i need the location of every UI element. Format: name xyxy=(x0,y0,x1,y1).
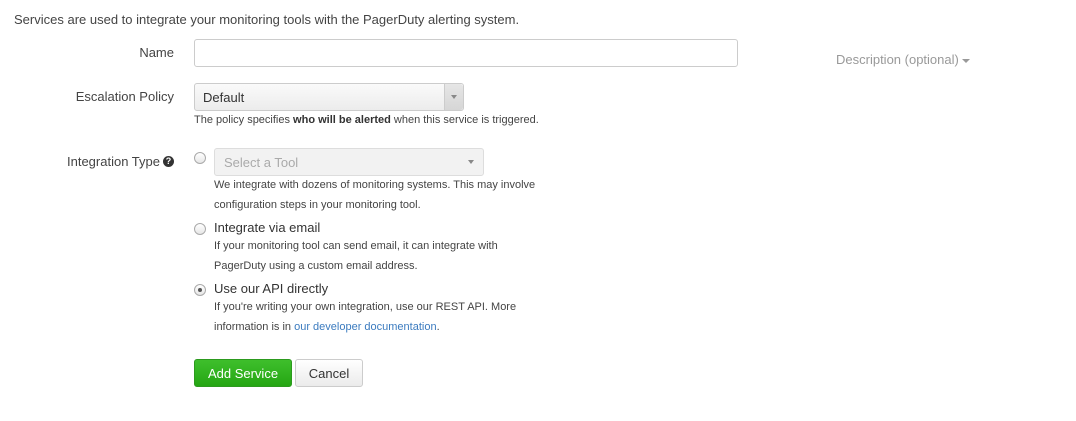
cancel-button[interactable]: Cancel xyxy=(295,359,363,387)
api-description: If you're writing your own integration, … xyxy=(214,301,517,333)
tool-select-placeholder: Select a Tool xyxy=(224,154,299,170)
intro-text: Services are used to integrate your moni… xyxy=(14,12,520,27)
radio-email[interactable] xyxy=(194,223,206,235)
name-label: Name xyxy=(139,45,174,60)
radio-api[interactable] xyxy=(194,284,206,296)
help-icon[interactable]: ? xyxy=(163,156,174,167)
chevron-down-icon xyxy=(961,58,970,63)
api-option-title: Use our API directly xyxy=(214,281,329,296)
select-arrow xyxy=(444,84,463,110)
developer-documentation-link[interactable]: our developer documentation xyxy=(294,321,436,333)
description-toggle[interactable]: Description (optional) xyxy=(836,52,970,67)
add-service-button[interactable]: Add Service xyxy=(194,359,292,387)
chevron-down-icon xyxy=(468,160,474,164)
escalation-policy-label: Escalation Policy xyxy=(75,89,174,104)
email-description: If your monitoring tool can send email, … xyxy=(214,240,498,272)
escalation-policy-help: The policy specifies who will be alerted… xyxy=(194,114,539,126)
radio-select-tool[interactable] xyxy=(194,152,206,164)
escalation-policy-value: Default xyxy=(203,89,245,105)
tool-select[interactable]: Select a Tool xyxy=(214,148,484,176)
escalation-policy-select[interactable]: Default xyxy=(194,83,464,111)
chevron-down-icon xyxy=(451,95,457,99)
description-toggle-label: Description (optional) xyxy=(836,52,959,67)
name-input[interactable] xyxy=(194,39,738,67)
integration-type-label: Integration Type ? xyxy=(14,154,174,169)
tool-description: We integrate with dozens of monitoring s… xyxy=(214,179,536,211)
email-option-title: Integrate via email xyxy=(214,220,321,235)
